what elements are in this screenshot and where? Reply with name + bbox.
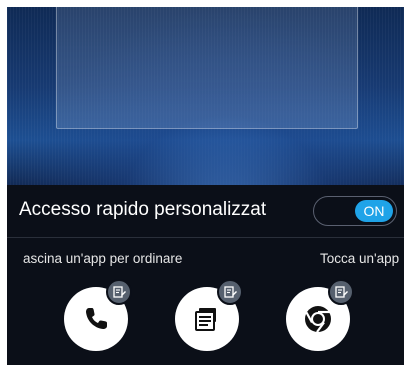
tap-hint-text: Tocca un'app — [320, 251, 400, 266]
quick-access-title: Accesso rapido personalizzat — [19, 199, 267, 220]
edit-icon[interactable] — [328, 279, 354, 305]
quick-access-toggle-row[interactable]: Accesso rapido personalizzat ON — [7, 185, 404, 238]
wallpaper-preview — [7, 7, 404, 185]
lockscreen-preview-card[interactable] — [56, 7, 358, 129]
messages-icon — [195, 308, 216, 331]
quick-access-panel: Accesso rapido personalizzat ON ascina u… — [7, 185, 404, 365]
lockscreen-settings-screen: Accesso rapido personalizzat ON ascina u… — [7, 7, 404, 365]
edit-icon[interactable] — [106, 279, 132, 305]
app-slot-phone[interactable] — [64, 279, 132, 351]
chrome-icon — [305, 306, 331, 333]
switch-on-label: ON — [355, 200, 393, 222]
phone-icon — [86, 308, 107, 329]
quick-access-switch[interactable]: ON — [313, 196, 397, 226]
app-slot-messages[interactable] — [175, 279, 243, 351]
drag-hint-text: ascina un'app per ordinare — [23, 251, 183, 266]
app-slot-chrome[interactable] — [286, 279, 354, 351]
edit-icon[interactable] — [217, 279, 243, 305]
